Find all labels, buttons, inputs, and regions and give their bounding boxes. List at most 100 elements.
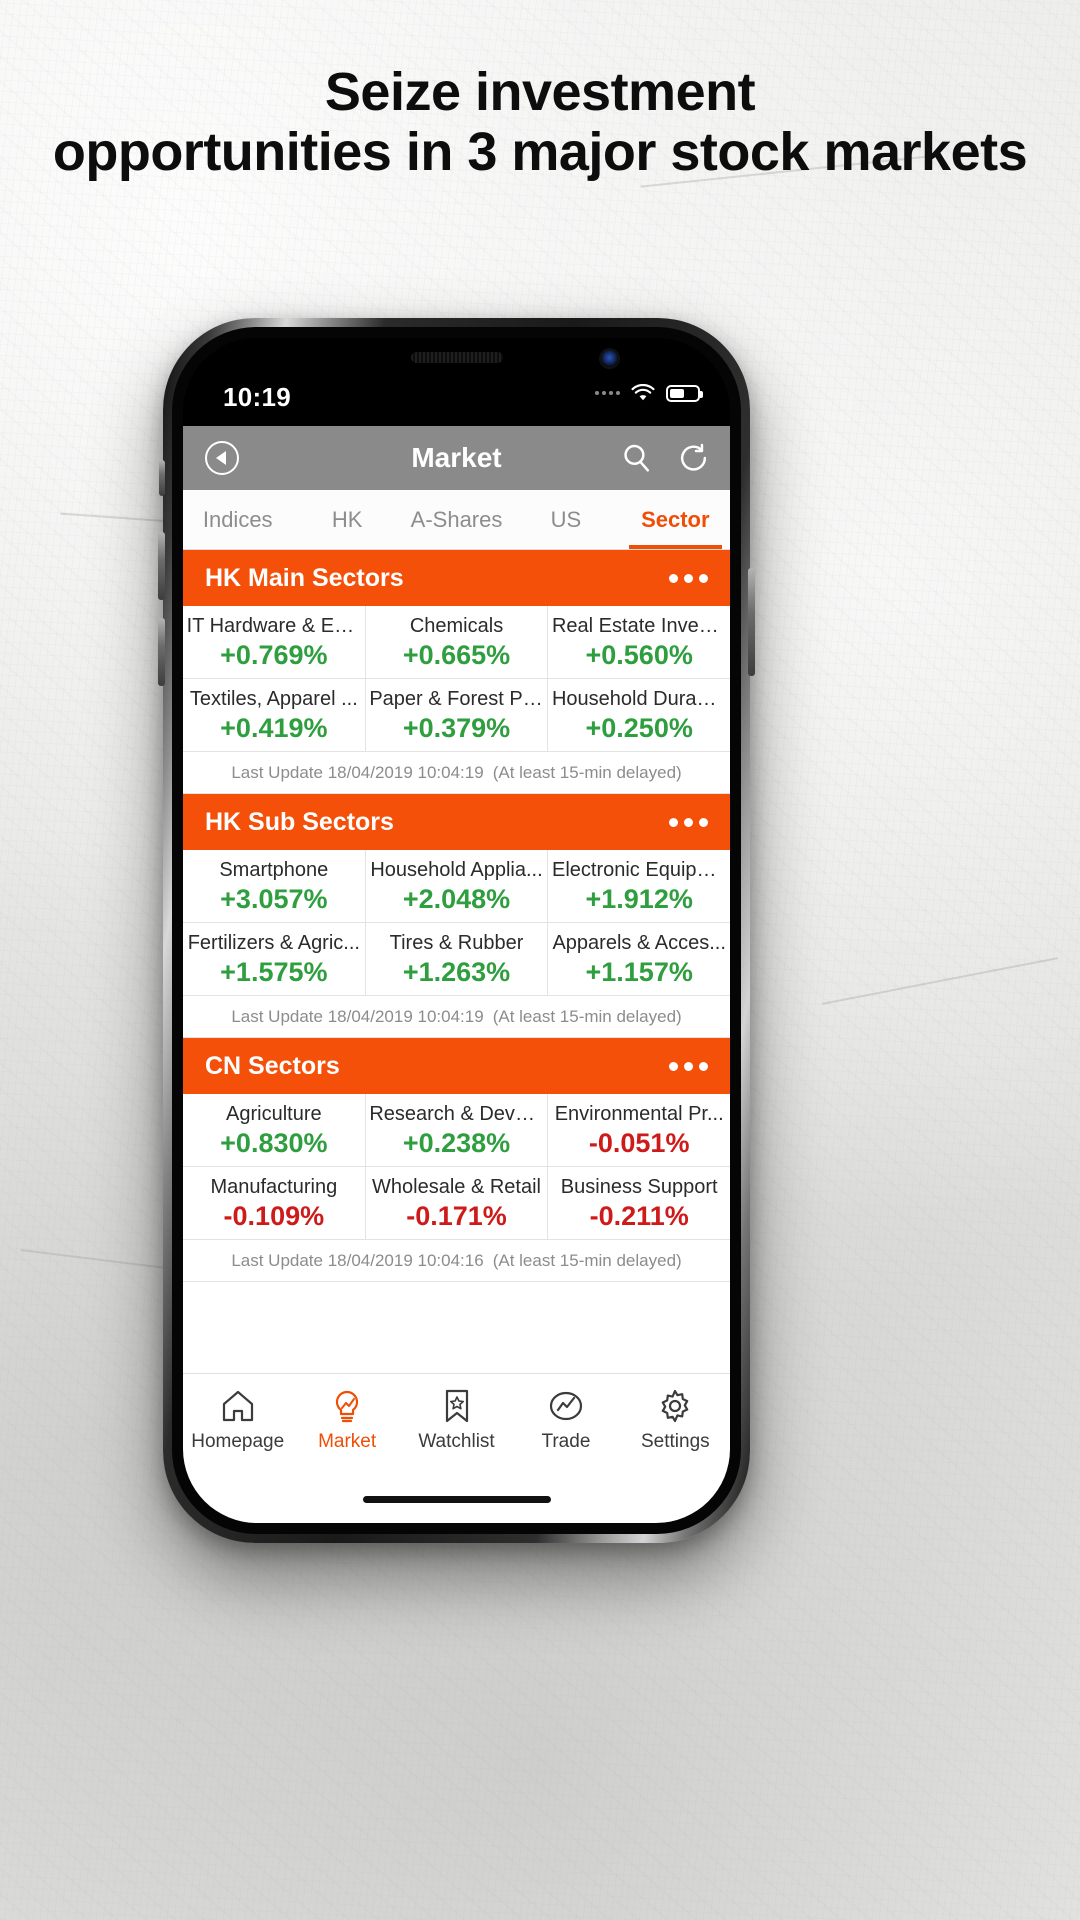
earpiece-speaker (410, 352, 503, 363)
sector-name: Chemicals (409, 615, 504, 637)
sector-change: +1.575% (220, 957, 328, 987)
sector-change: +0.250% (585, 713, 693, 743)
sector-cell[interactable]: Environmental Pr... -0.051% (548, 1094, 730, 1167)
sector-cell[interactable]: IT Hardware & Eq... +0.769% (183, 606, 366, 679)
status-time: 10:19 (223, 382, 291, 412)
sector-change: +0.665% (402, 640, 511, 670)
more-dots-icon[interactable] (669, 1061, 708, 1071)
sector-row: Fertilizers & Agric... +1.575% Tires & Rub… (183, 923, 730, 996)
sector-row: IT Hardware & Eq... +0.769% Chemicals +0.66… (183, 606, 730, 679)
sector-change: +0.560% (585, 640, 693, 670)
sector-cell[interactable]: Household Durabl... +0.250% (548, 679, 730, 752)
sector-cell[interactable]: Business Support -0.211% (548, 1167, 730, 1240)
bottom-tab-watchlist[interactable]: Watchlist (402, 1388, 511, 1453)
volume-down-button[interactable] (158, 618, 165, 686)
sector-name: Smartphone (219, 859, 329, 881)
delay-note: (At least 15-min delayed) (492, 1250, 682, 1270)
market-tab-indices[interactable]: Indices (183, 490, 292, 549)
sector-change: +0.419% (220, 713, 328, 743)
market-tab-us[interactable]: US (511, 490, 620, 549)
sector-change: +0.830% (220, 1128, 328, 1158)
delay-note: (At least 15-min delayed) (492, 1006, 682, 1026)
bottom-tab-settings[interactable]: Settings (621, 1388, 730, 1453)
sector-change: -0.171% (406, 1201, 507, 1231)
sector-cell[interactable]: Electronic Equipm... +1.912% (548, 850, 730, 923)
sector-cell[interactable]: Agriculture +0.830% (183, 1094, 366, 1167)
last-update-text: Last Update 18/04/2019 10:04:16 (231, 1250, 484, 1270)
bottom-tab-label: Settings (641, 1431, 710, 1452)
last-update-text: Last Update 18/04/2019 10:04:19 (231, 1006, 484, 1026)
sector-list[interactable]: HK Main Sectors IT Hardware & Eq... +0.769… (183, 550, 730, 1373)
wifi-icon (631, 384, 655, 401)
sector-name: IT Hardware & Eq... (186, 615, 362, 637)
delay-note: (At least 15-min delayed) (492, 762, 682, 782)
sector-name: Electronic Equipm... (551, 859, 727, 881)
bottom-tab-label: Homepage (191, 1431, 285, 1452)
sector-name: Agriculture (226, 1103, 322, 1125)
power-button[interactable] (748, 568, 755, 676)
page-title: Seize investment opportunities in 3 majo… (0, 62, 1080, 183)
refresh-icon[interactable] (677, 442, 710, 475)
sector-change: +0.769% (220, 640, 328, 670)
sector-name: Business Support (560, 1176, 718, 1198)
app-nav-bar: Market (183, 426, 730, 490)
market-tab-hk[interactable]: HK (292, 490, 401, 549)
bottom-tab-market[interactable]: Market (292, 1388, 401, 1453)
sector-cell[interactable]: Paper & Forest Pr... +0.379% (365, 679, 549, 752)
sector-cell[interactable]: Manufacturing -0.109% (183, 1167, 366, 1240)
sector-name: Real Estate Invest... (551, 615, 727, 637)
section-title: HK Sub Sectors (205, 807, 394, 836)
sector-row: Manufacturing -0.109% Wholesale & Retail -0… (183, 1167, 730, 1240)
sector-name: Household Applia... (370, 859, 543, 881)
search-icon[interactable] (620, 442, 653, 475)
last-update-row: Last Update 18/04/2019 10:04:19 (At least… (183, 752, 730, 794)
sector-cell[interactable]: Chemicals +0.665% (365, 606, 549, 679)
bottom-tab-trade[interactable]: Trade (511, 1388, 620, 1453)
sector-change: +2.048% (402, 884, 511, 914)
bottom-tab-label: Market (318, 1431, 377, 1452)
silent-switch[interactable] (159, 460, 165, 496)
sector-cell[interactable]: Research & Devel... +0.238% (365, 1094, 549, 1167)
sector-row: Textiles, Apparel ... +0.419% Paper & Fore… (183, 679, 730, 752)
bottom-tab-label: Watchlist (418, 1431, 495, 1452)
home-indicator[interactable] (362, 1496, 551, 1503)
sector-name: Tires & Rubber (389, 932, 524, 954)
more-dots-icon[interactable] (669, 817, 708, 827)
sector-name: Environmental Pr... (554, 1103, 724, 1125)
gear-icon (662, 1389, 689, 1423)
market-tab-sector[interactable]: Sector (621, 490, 730, 549)
market-tabs[interactable]: Indices HK A-Shares US Sector (183, 490, 730, 550)
sector-name: Paper & Forest Pr... (369, 688, 544, 710)
sector-change: -0.109% (223, 1201, 325, 1231)
volume-up-button[interactable] (158, 532, 165, 600)
sector-cell[interactable]: Household Applia... +2.048% (365, 850, 549, 923)
sector-name: Manufacturing (210, 1176, 338, 1198)
sector-cell[interactable]: Wholesale & Retail -0.171% (365, 1167, 549, 1240)
section-header: HK Main Sectors (183, 550, 730, 606)
sector-change: +0.238% (402, 1128, 511, 1158)
sector-change: +1.912% (585, 884, 693, 914)
sector-name: Fertilizers & Agric... (187, 932, 360, 954)
bottom-tab-homepage[interactable]: Homepage (183, 1388, 292, 1453)
section-title: CN Sectors (205, 1051, 340, 1080)
signal-dots-icon (595, 391, 620, 395)
back-arrow-icon[interactable] (205, 441, 239, 475)
sector-change: +1.157% (585, 957, 693, 987)
sector-cell[interactable]: Fertilizers & Agric... +1.575% (183, 923, 366, 996)
sector-name: Textiles, Apparel ... (189, 688, 358, 710)
market-tab-a-shares[interactable]: A-Shares (402, 490, 511, 549)
sector-cell[interactable]: Tires & Rubber +1.263% (365, 923, 549, 996)
sector-cell[interactable]: Real Estate Invest... +0.560% (548, 606, 730, 679)
status-indicators (595, 384, 703, 402)
sector-cell[interactable]: Apparels & Acces... +1.157% (548, 923, 730, 996)
front-camera-icon (601, 350, 618, 367)
bulb-chart-icon (336, 1390, 359, 1423)
nav-actions (620, 442, 710, 475)
more-dots-icon[interactable] (669, 573, 708, 583)
sector-cell[interactable]: Smartphone +3.057% (183, 850, 366, 923)
sector-cell[interactable]: Textiles, Apparel ... +0.419% (183, 679, 366, 752)
last-update-row: Last Update 18/04/2019 10:04:16 (At least… (183, 1240, 730, 1282)
sector-change: +1.263% (402, 957, 511, 987)
status-bar: 10:19 (183, 338, 730, 426)
home-icon (222, 1390, 253, 1422)
